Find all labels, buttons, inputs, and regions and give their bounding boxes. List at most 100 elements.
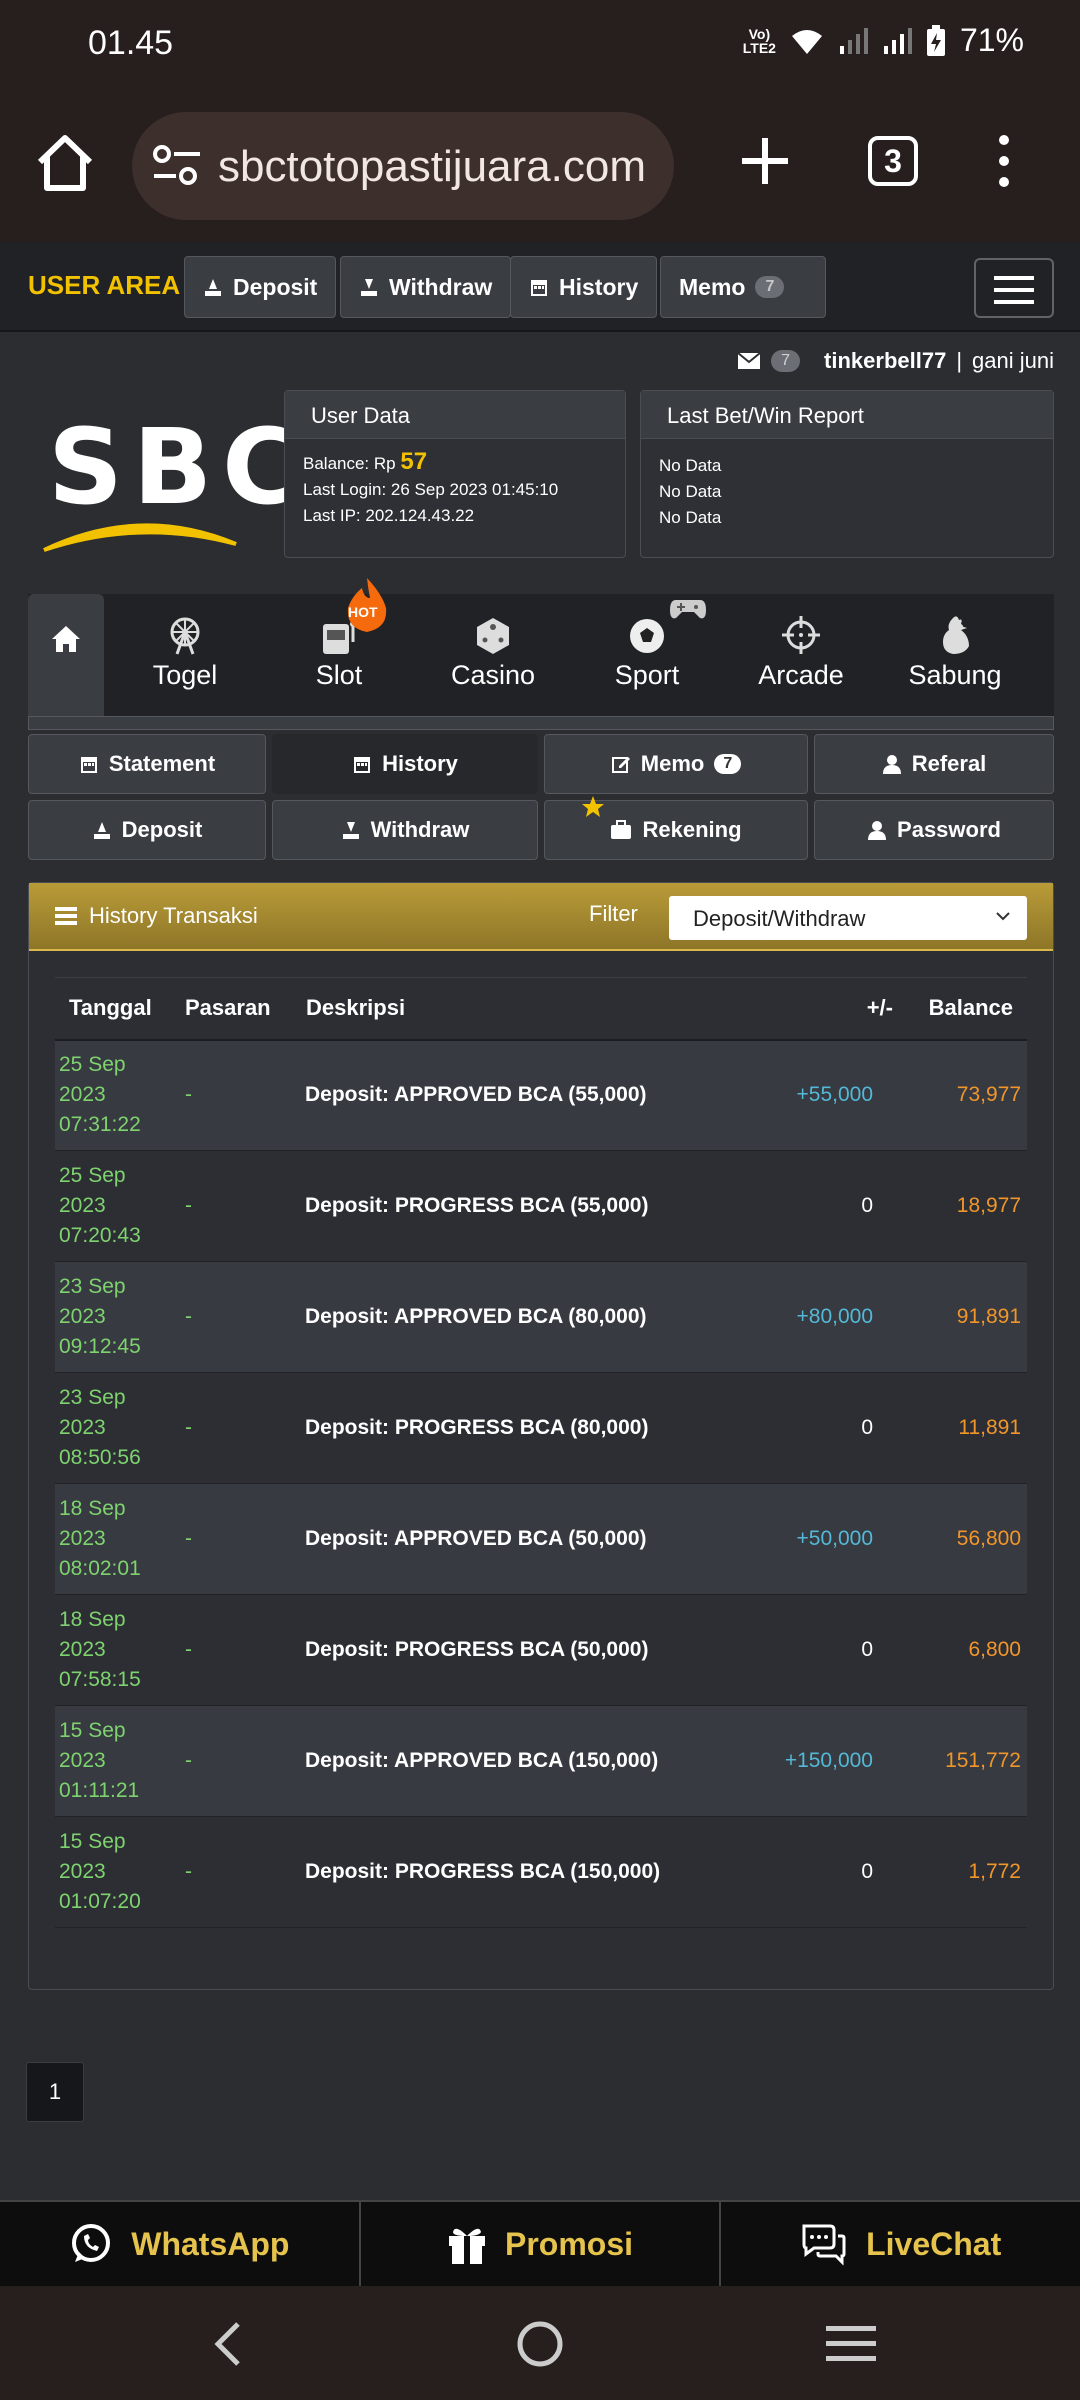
rooster-icon	[943, 616, 969, 654]
user-data-panel: User Data Balance: Rp 57 Last Login: 26 …	[284, 390, 626, 558]
pagination-page-1[interactable]: 1	[26, 2062, 84, 2122]
recents-icon[interactable]	[826, 2324, 876, 2364]
deposit-icon	[93, 822, 110, 839]
battery-percent: 71%	[959, 22, 1024, 58]
user-area-title: USER AREA	[28, 270, 181, 300]
home-icon[interactable]	[30, 128, 100, 198]
dice-icon	[477, 618, 509, 654]
balance-value: 57	[400, 448, 428, 475]
battery-charging-icon	[926, 24, 945, 56]
new-tab-icon[interactable]	[730, 126, 800, 196]
list-icon	[55, 907, 77, 925]
promosi-button[interactable]: Promosi	[361, 2202, 722, 2286]
nav-deposit-button[interactable]: Deposit	[184, 256, 337, 318]
wifi-icon	[791, 29, 822, 54]
briefcase-icon	[611, 820, 632, 839]
history-title: History Transaksi	[89, 903, 258, 928]
menu-toggle-button[interactable]	[974, 258, 1054, 318]
bottom-contact-bar: WhatsApp Promosi LiveChat	[0, 2200, 1080, 2286]
nav-history-button[interactable]: History	[510, 256, 658, 318]
calendar-icon	[531, 280, 547, 296]
volte-icon: Vo) LTE2	[742, 25, 776, 56]
site-settings-icon[interactable]	[152, 144, 202, 188]
signal-icon	[883, 27, 912, 54]
mail-icon[interactable]	[737, 352, 761, 370]
whatsapp-button[interactable]: WhatsApp	[0, 2202, 361, 2286]
ferris-wheel-icon	[170, 617, 200, 655]
gift-icon	[448, 2228, 485, 2264]
tab-memo[interactable]: Memo 7	[544, 734, 808, 794]
withdraw-icon	[342, 822, 359, 839]
category-menu-divider	[28, 716, 1054, 730]
tab-statement[interactable]: Statement	[28, 734, 266, 794]
table-row: 25 Sep 2023 07:31:22 - Deposit: APPROVED B…	[55, 1039, 1027, 1151]
history-header: History Transaksi Filter Deposit/Withdra…	[29, 883, 1053, 951]
crosshair-icon	[782, 616, 820, 654]
chat-icon	[802, 2224, 846, 2266]
category-togel[interactable]: Togel	[110, 612, 260, 691]
username: tinkerbell77	[824, 348, 947, 373]
memo-count-badge: 7	[755, 276, 785, 298]
report-title: Last Bet/Win Report	[641, 391, 1053, 439]
livechat-button[interactable]: LiveChat	[721, 2202, 1080, 2286]
user-icon	[882, 755, 901, 774]
category-sport[interactable]: Sport	[572, 612, 722, 691]
category-arcade[interactable]: Arcade	[726, 612, 876, 691]
deposit-icon	[205, 279, 221, 296]
back-icon[interactable]	[208, 2320, 248, 2368]
nav-memo-button[interactable]: Memo 7	[660, 256, 826, 318]
gamepad-icon	[670, 600, 706, 619]
nav-withdraw-button[interactable]: Withdraw	[340, 256, 512, 318]
filter-select[interactable]: Deposit/Withdraw	[669, 896, 1027, 940]
history-table: Tanggal Pasaran Deskripsi +/- Balance 25 …	[55, 977, 1027, 1928]
table-row: 15 Sep 2023 01:11:21 - Deposit: APPROVED B…	[55, 1705, 1027, 1817]
status-bar: 01.45 Vo) LTE2 71%	[0, 0, 1080, 90]
table-row: 23 Sep 2023 09:12:45 - Deposit: APPROVED B…	[55, 1261, 1027, 1373]
more-options-icon[interactable]	[984, 126, 1024, 196]
soccer-ball-icon	[630, 619, 664, 653]
address-bar[interactable]: sbctotopastijuara.com	[132, 112, 674, 220]
withdraw-icon	[361, 279, 377, 296]
tab-referal[interactable]: Referal	[814, 734, 1054, 794]
star-icon	[582, 796, 604, 817]
category-casino[interactable]: Casino	[418, 612, 568, 691]
table-row: 25 Sep 2023 07:20:43 - Deposit: PROGRESS B…	[55, 1151, 1027, 1262]
filter-label: Filter	[589, 901, 638, 926]
category-home[interactable]	[28, 594, 104, 716]
tab-history[interactable]: History	[272, 734, 538, 794]
calendar-icon	[80, 757, 97, 773]
home-button-icon[interactable]	[516, 2320, 564, 2368]
user-fullname: gani juni	[972, 348, 1054, 373]
calendar-icon	[354, 757, 371, 773]
history-panel: History Transaksi Filter Deposit/Withdra…	[28, 882, 1054, 1990]
category-sabung[interactable]: Sabung	[880, 612, 1030, 691]
last-ip: Last IP: 202.124.43.22	[303, 506, 475, 525]
home-icon	[52, 626, 80, 652]
browser-toolbar: sbctotopastijuara.com 3	[0, 90, 1080, 242]
tab-password[interactable]: Password	[814, 800, 1054, 860]
table-row: 15 Sep 2023 01:07:20 - Deposit: PROGRESS B…	[55, 1817, 1027, 1928]
tab-withdraw[interactable]: Withdraw	[272, 800, 538, 860]
table-row: 23 Sep 2023 08:50:56 - Deposit: PROGRESS B…	[55, 1373, 1027, 1484]
whatsapp-icon	[72, 2224, 111, 2262]
chevron-down-icon	[996, 912, 1010, 921]
edit-icon	[611, 757, 630, 773]
game-category-menu: Togel Slot HOT Casino Sport Arcade Sabun…	[28, 578, 1054, 716]
user-info-line: 7 tinkerbell77 | gani juni	[737, 348, 1054, 374]
user-icon	[868, 821, 887, 840]
hot-badge: HOT	[338, 576, 396, 639]
clock: 01.45	[88, 24, 174, 62]
tab-switcher-button[interactable]: 3	[868, 136, 918, 186]
site-logo[interactable]: SBC	[40, 400, 299, 560]
tab-deposit[interactable]: Deposit	[28, 800, 266, 860]
memo-count-badge: 7	[714, 754, 742, 774]
site-header: USER AREA Deposit Withdraw History Memo …	[0, 242, 1080, 332]
user-data-title: User Data	[285, 391, 625, 439]
url-text: sbctotopastijuara.com	[218, 142, 646, 191]
last-bet-report-panel: Last Bet/Win Report No Data No Data No D…	[640, 390, 1054, 558]
table-row: 18 Sep 2023 07:58:15 - Deposit: PROGRESS B…	[55, 1595, 1027, 1706]
tab-rekening[interactable]: Rekening	[544, 796, 808, 860]
last-login: Last Login: 26 Sep 2023 01:45:10	[303, 480, 559, 499]
system-navigation-bar	[0, 2286, 1080, 2400]
table-row: 18 Sep 2023 08:02:01 - Deposit: APPROVED B…	[55, 1483, 1027, 1595]
